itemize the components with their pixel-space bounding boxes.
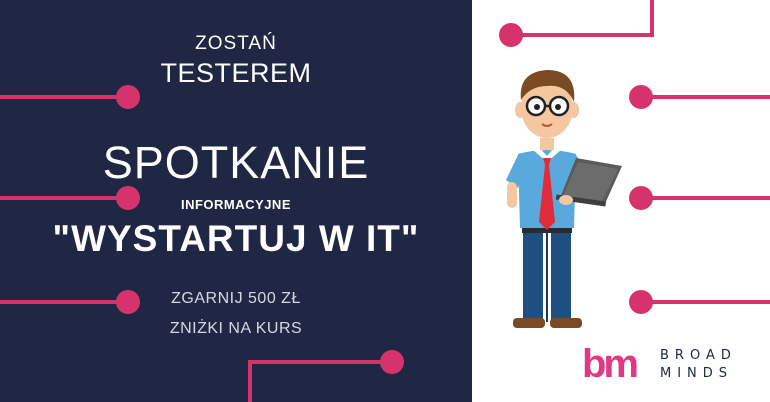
logo-mark: bm (582, 342, 639, 386)
offer-line2: ZNIŻKI NA KURS (169, 320, 303, 337)
headline-line1: ZOSTAŃ (195, 33, 277, 54)
circuit-line (248, 360, 391, 402)
man-with-laptop-icon (506, 70, 622, 328)
circuit-line (512, 0, 654, 37)
circuit-node (629, 85, 653, 109)
headline-line2: TESTEREM (160, 58, 312, 88)
circuit-node (629, 186, 653, 210)
circuit-node (629, 290, 653, 314)
broad-minds-logo: bm BROAD MINDS (582, 344, 762, 384)
offer-line1: ZGARNIJ 500 ZŁ (171, 290, 301, 307)
page-title: SPOTKANIE (102, 137, 370, 188)
circuit-node (380, 350, 404, 374)
logo-word-broad: BROAD (660, 348, 737, 363)
event-name: "WYSTARTUJ W IT" (52, 218, 420, 259)
logo-word-minds: MINDS (660, 366, 734, 381)
circuit-node (499, 23, 523, 47)
page-subtitle: INFORMACYJNE (180, 197, 291, 212)
